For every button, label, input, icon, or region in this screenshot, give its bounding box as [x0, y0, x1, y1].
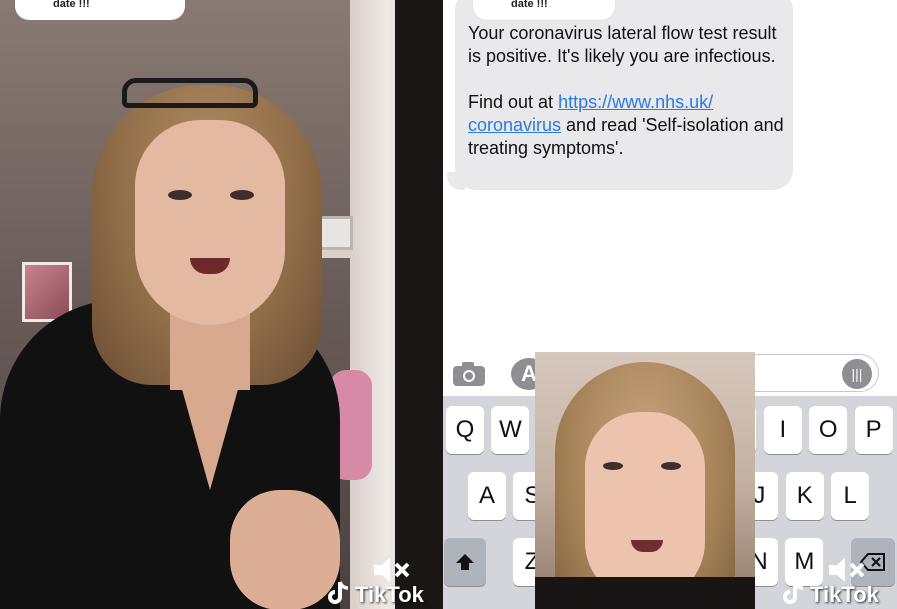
sms-message-text: Your coronavirus lateral flow test resul… — [468, 22, 788, 183]
reply-quote-bubble: date !!! — [473, 0, 615, 20]
muted-speaker-icon — [374, 558, 410, 582]
nhs-link-line2: coronavirus — [468, 115, 562, 135]
tiktok-logo-icon — [783, 581, 804, 604]
waveform-icon[interactable]: ||| — [842, 359, 872, 389]
sunglasses — [122, 78, 258, 108]
key-q[interactable]: Q — [446, 406, 484, 454]
key-o[interactable]: O — [809, 406, 848, 454]
nhs-link-line1: https://www.nhs.uk/ — [558, 92, 714, 112]
overlay-person-body — [535, 577, 755, 609]
sms-paragraph-1: Your coronavirus lateral flow test resul… — [468, 23, 777, 66]
key-k[interactable]: K — [785, 472, 824, 520]
person-eye-left — [168, 190, 192, 200]
tiktok-logo-icon — [328, 581, 349, 604]
reply-quote-bubble: date !!! — [15, 0, 185, 20]
selfie-video-panel: date !!! TikTok — [0, 0, 443, 609]
overlay-person-eye-right — [661, 462, 681, 470]
reply-quote-text: date !!! — [53, 0, 90, 10]
tiktok-watermark-text: TikTok — [810, 582, 879, 607]
person-face — [135, 120, 285, 325]
key-m[interactable]: M — [785, 538, 824, 586]
key-i[interactable]: I — [763, 406, 802, 454]
overlay-person-eye-left — [603, 462, 623, 470]
key-w[interactable]: W — [491, 406, 530, 454]
door-edge — [395, 0, 443, 609]
key-l[interactable]: L — [831, 472, 870, 520]
overlay-person-face — [585, 412, 705, 602]
shift-key[interactable] — [444, 538, 486, 586]
key-p[interactable]: P — [854, 406, 893, 454]
sms-link-prefix: Find out at — [468, 92, 559, 112]
key-a[interactable]: A — [468, 472, 506, 520]
muted-speaker-icon — [829, 558, 865, 582]
person-hand — [230, 490, 340, 609]
sms-paragraph-2: Find out at https://www.nhs.uk/coronavir… — [468, 91, 788, 160]
sms-bubble-tail — [447, 172, 465, 190]
tiktok-watermark-text: TikTok — [355, 582, 424, 607]
shift-arrow-icon — [456, 554, 474, 570]
split-screen-video: date !!! TikTok date !!! Your coronaviru… — [0, 0, 897, 609]
reply-quote-text: date !!! — [511, 0, 548, 10]
phone-screen-panel: date !!! Your coronavirus lateral flow t… — [443, 0, 897, 609]
camera-icon[interactable] — [451, 360, 487, 388]
person-eye-right — [230, 190, 254, 200]
creator-overlay-video — [535, 352, 755, 609]
